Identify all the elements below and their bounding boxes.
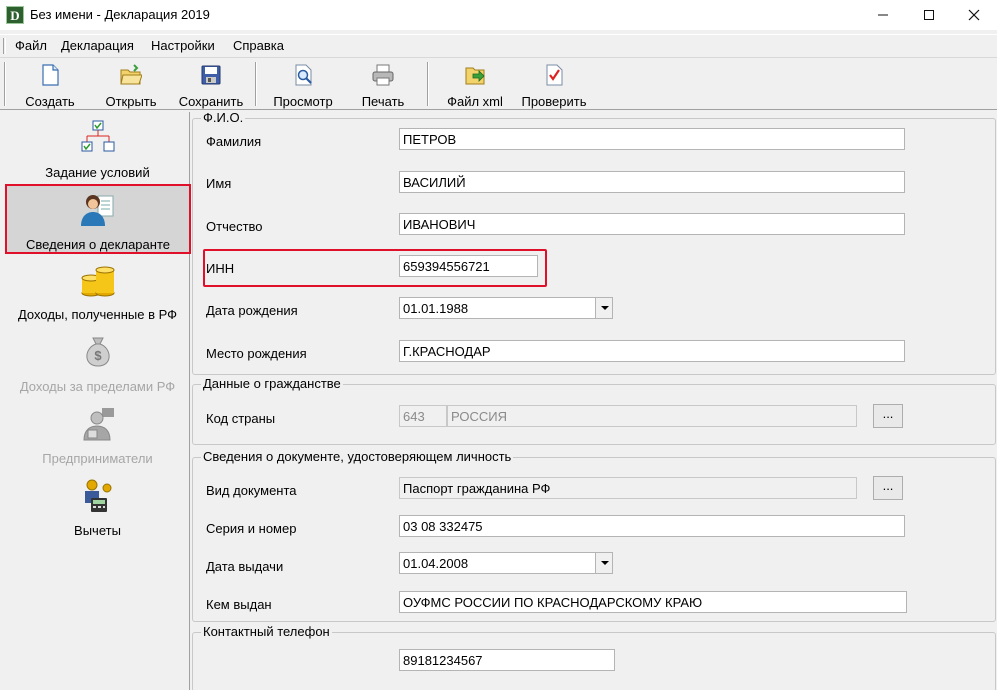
money-bag-icon: $ xyxy=(85,337,110,367)
inn-highlight xyxy=(203,249,547,287)
phone-field[interactable]: 89181234567 xyxy=(399,649,615,671)
create-button[interactable]: Создать xyxy=(18,60,82,110)
person-icon xyxy=(81,195,114,226)
xml-file-label: Файл xml xyxy=(447,94,503,109)
close-button[interactable] xyxy=(951,0,997,30)
fio-group: Ф.И.О. xyxy=(192,110,996,375)
series-label: Серия и номер xyxy=(206,521,297,536)
country-code-field: 643 xyxy=(399,405,447,427)
nav-label: Задание условий xyxy=(45,165,150,180)
check-button[interactable]: Проверить xyxy=(514,60,594,110)
nav-item-income-abroad[interactable]: $ Доходы за пределами РФ xyxy=(5,328,190,398)
printer-icon xyxy=(372,64,394,86)
contact-legend: Контактный телефон xyxy=(201,624,332,639)
nav-label: Доходы, полученные в РФ xyxy=(17,307,178,322)
toolbar-separator xyxy=(427,62,429,106)
save-label: Сохранить xyxy=(178,94,244,109)
nav-item-conditions[interactable]: Задание условий xyxy=(5,114,190,184)
menu-bar: Файл Декларация Настройки Справка xyxy=(0,34,997,56)
create-label: Создать xyxy=(25,94,75,109)
minimize-button[interactable] xyxy=(860,0,906,30)
preview-icon xyxy=(295,64,312,86)
name-label: Имя xyxy=(206,176,232,191)
issued-by-label: Кем выдан xyxy=(206,597,272,612)
citizenship-legend: Данные о гражданстве xyxy=(201,376,343,391)
nav-item-income-rf[interactable]: Доходы, полученные в РФ xyxy=(5,256,190,326)
app-icon: D xyxy=(6,6,24,24)
issue-date-value: 01.04.2008 xyxy=(403,556,469,571)
tree-icon xyxy=(81,120,114,152)
nav-label: Предприниматели xyxy=(42,451,153,466)
patronymic-label: Отчество xyxy=(206,219,263,234)
menu-settings[interactable]: Настройки xyxy=(151,38,215,53)
toolbar-separator xyxy=(255,62,257,106)
patronymic-field[interactable]: ИВАНОВИЧ xyxy=(399,213,905,235)
close-icon xyxy=(968,9,980,21)
open-folder-icon xyxy=(120,64,142,85)
nav-item-declarant[interactable]: Сведения о декларанте xyxy=(5,184,191,254)
nav-label: Доходы за пределами РФ xyxy=(19,379,176,394)
surname-label: Фамилия xyxy=(206,134,262,149)
check-document-icon xyxy=(546,64,563,86)
nav-item-entrepreneurs[interactable]: Предприниматели xyxy=(5,400,190,470)
preview-button[interactable]: Просмотр xyxy=(266,60,340,110)
country-browse-button[interactable]: ... xyxy=(873,404,903,428)
country-name-field: РОССИЯ xyxy=(447,405,857,427)
coins-icon xyxy=(81,266,114,297)
issue-date-combo[interactable]: 01.04.2008 xyxy=(399,552,613,574)
doc-type-browse-button[interactable]: ... xyxy=(873,476,903,500)
menu-grip xyxy=(3,38,6,54)
print-label: Печать xyxy=(361,94,405,109)
new-document-icon xyxy=(42,64,59,86)
birthdate-combo[interactable]: 01.01.1988 xyxy=(399,297,613,319)
maximize-icon xyxy=(924,10,934,20)
open-label: Открыть xyxy=(105,94,157,109)
window-title: Без имени - Декларация 2019 xyxy=(30,7,210,22)
maximize-button[interactable] xyxy=(906,0,952,30)
check-label: Проверить xyxy=(521,94,587,109)
toolbar-grip xyxy=(4,62,6,106)
birthplace-label: Место рождения xyxy=(206,346,307,361)
chevron-down-icon[interactable] xyxy=(595,553,612,573)
floppy-disk-icon xyxy=(201,65,221,85)
menu-help[interactable]: Справка xyxy=(233,38,284,53)
nav-item-deductions[interactable]: Вычеты xyxy=(5,472,190,542)
open-button[interactable]: Открыть xyxy=(96,60,166,110)
print-button[interactable]: Печать xyxy=(352,60,414,110)
chevron-down-icon[interactable] xyxy=(595,298,612,318)
side-navigation: Задание условий Сведения о декларанте До… xyxy=(0,112,191,690)
country-code-label: Код страны xyxy=(206,411,276,426)
fio-legend: Ф.И.О. xyxy=(201,110,246,125)
xml-file-button[interactable]: Файл xml xyxy=(440,60,510,110)
menu-declaration[interactable]: Декларация xyxy=(61,38,134,53)
document-legend: Сведения о документе, удостоверяющем лич… xyxy=(201,449,514,464)
save-button[interactable]: Сохранить xyxy=(174,60,248,110)
title-bar: D Без имени - Декларация 2019 xyxy=(0,0,997,30)
toolbar: Создать Открыть Сохранить Просмотр Печат… xyxy=(0,57,997,110)
name-field[interactable]: ВАСИЛИЙ xyxy=(399,171,905,193)
doc-type-label: Вид документа xyxy=(206,483,297,498)
deductions-icon xyxy=(84,479,111,512)
nav-label: Сведения о декларанте xyxy=(26,237,170,252)
series-field[interactable]: 03 08 332475 xyxy=(399,515,905,537)
issued-by-field[interactable]: ОУФМС РОССИИ ПО КРАСНОДАРСКОМУ КРАЮ xyxy=(399,591,907,613)
birthdate-value: 01.01.1988 xyxy=(403,301,469,316)
surname-field[interactable]: ПЕТРОВ xyxy=(399,128,905,150)
nav-label: Вычеты xyxy=(74,523,121,538)
xml-export-icon xyxy=(465,67,485,85)
birthplace-field[interactable]: Г.КРАСНОДАР xyxy=(399,340,905,362)
issue-date-label: Дата выдачи xyxy=(206,559,284,574)
menu-file[interactable]: Файл xyxy=(15,38,47,53)
businessman-icon xyxy=(82,408,114,441)
birthdate-label: Дата рождения xyxy=(206,303,298,318)
minimize-icon xyxy=(878,14,888,16)
preview-label: Просмотр xyxy=(273,94,333,109)
svg-text:$: $ xyxy=(94,348,102,363)
doc-type-field: Паспорт гражданина РФ xyxy=(399,477,857,499)
